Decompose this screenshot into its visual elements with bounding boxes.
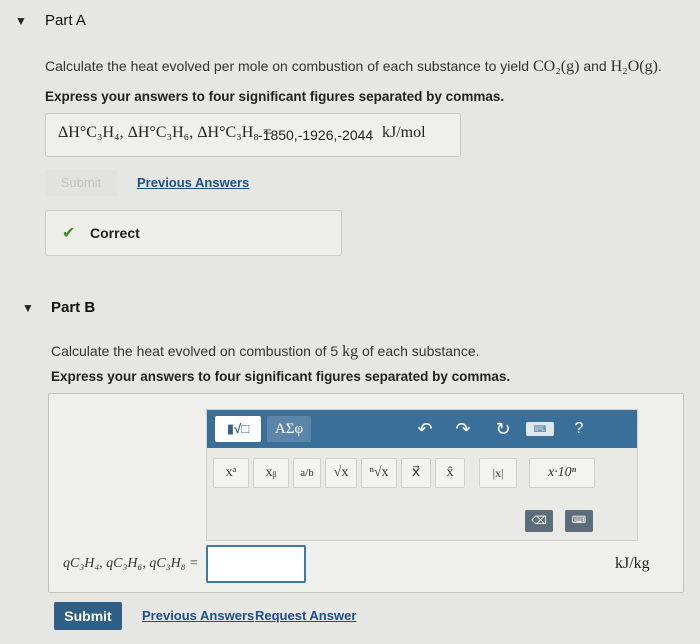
backspace-key-icon[interactable]: ⌫ bbox=[525, 510, 553, 532]
scientific-notation-button[interactable]: x·10ⁿ bbox=[529, 458, 595, 488]
part-b-answer-input[interactable] bbox=[206, 545, 306, 583]
submit-button-disabled[interactable]: Submit bbox=[45, 170, 117, 196]
keyboard-toggle-icon[interactable]: ⌨ bbox=[565, 510, 593, 532]
symbol-row: xᵃ xᵦ a/b √x ⁿ√x x⃗ x̂ |x| x·10ⁿ bbox=[213, 458, 633, 490]
part-b-answer-unit: kJ/kg bbox=[615, 555, 650, 572]
redo-icon[interactable]: ↷ bbox=[450, 416, 476, 442]
previous-answers-link[interactable]: Previous Answers bbox=[137, 175, 249, 190]
vector-button[interactable]: x⃗ bbox=[401, 458, 431, 488]
part-b-answer-variables: qC₃H₄, qC₃H₆, qC₃H₈ = bbox=[63, 556, 199, 571]
previous-answers-link[interactable]: Previous Answers bbox=[142, 608, 254, 623]
answer-variables: ΔH°C₃H₄, ΔH°C₃H₆, ΔH°C₃H₈ = bbox=[58, 124, 272, 141]
absolute-value-button[interactable]: |x| bbox=[479, 458, 517, 488]
unit-vector-button[interactable]: x̂ bbox=[435, 458, 465, 488]
part-b-title: Part B bbox=[51, 299, 96, 316]
answer-editor: ▮√□ ΑΣφ ↶ ↷ ↻ ⌨ ? xᵃ xᵦ a/b √x ⁿ√x x⃗ x̂… bbox=[48, 393, 684, 593]
nth-root-button[interactable]: ⁿ√x bbox=[361, 458, 397, 488]
help-button[interactable]: ? bbox=[567, 416, 591, 442]
reset-icon[interactable]: ↻ bbox=[490, 416, 516, 442]
greek-symbols-button[interactable]: ΑΣφ bbox=[267, 416, 311, 442]
undo-icon[interactable]: ↶ bbox=[412, 416, 438, 442]
keyboard-icon[interactable]: ⌨ bbox=[526, 422, 554, 436]
superscript-button[interactable]: xᵃ bbox=[213, 458, 249, 488]
part-a-title: Part A bbox=[45, 12, 86, 29]
collapse-caret-icon[interactable]: ▼ bbox=[15, 14, 27, 28]
fraction-button[interactable]: a/b bbox=[293, 458, 321, 488]
request-answer-link[interactable]: Request Answer bbox=[255, 608, 356, 623]
checkmark-icon: ✔ bbox=[62, 225, 76, 242]
sqrt-button[interactable]: √x bbox=[325, 458, 357, 488]
answer-values: -1850,-1926,-2044 bbox=[258, 127, 374, 143]
math-toolbar: ▮√□ ΑΣφ ↶ ↷ ↻ ⌨ ? xᵃ xᵦ a/b √x ⁿ√x x⃗ x̂… bbox=[206, 409, 638, 541]
correct-label: Correct bbox=[90, 225, 140, 241]
templates-button[interactable]: ▮√□ bbox=[215, 416, 261, 442]
correct-feedback: ✔ Correct bbox=[45, 210, 342, 256]
answer-unit: kJ/mol bbox=[382, 124, 426, 141]
toolbar-header: ▮√□ ΑΣφ ↶ ↷ ↻ ⌨ ? bbox=[207, 410, 637, 448]
collapse-caret-icon[interactable]: ▼ bbox=[22, 301, 34, 315]
part-b-prompt: Calculate the heat evolved on combustion… bbox=[51, 343, 480, 360]
part-a-instruction: Express your answers to four significant… bbox=[45, 89, 505, 104]
subscript-button[interactable]: xᵦ bbox=[253, 458, 289, 488]
part-b-instruction: Express your answers to four significant… bbox=[51, 369, 511, 384]
part-a-prompt: Calculate the heat evolved per mole on c… bbox=[45, 58, 662, 75]
submit-button[interactable]: Submit bbox=[54, 602, 122, 630]
part-a-answer-box: ΔH°C₃H₄, ΔH°C₃H₆, ΔH°C₃H₈ = -1850,-1926,… bbox=[45, 113, 461, 157]
